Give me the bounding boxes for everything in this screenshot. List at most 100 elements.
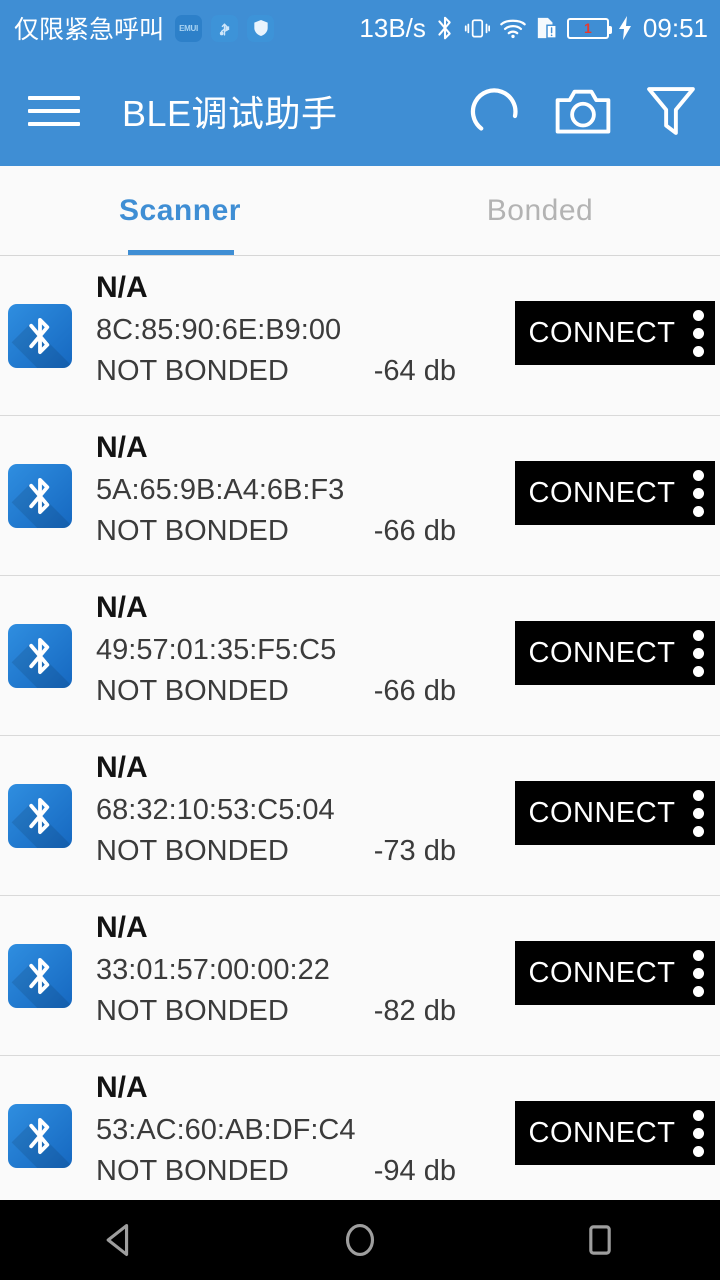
device-meta: NOT BONDED -73 db bbox=[96, 835, 456, 868]
device-bond-state: NOT BONDED bbox=[96, 674, 289, 707]
connect-button[interactable]: CONNECT bbox=[515, 461, 715, 525]
connect-button-label: CONNECT bbox=[528, 956, 676, 989]
camera-icon[interactable] bbox=[550, 78, 616, 144]
connect-button-label: CONNECT bbox=[528, 1116, 676, 1149]
battery-level-label: 1 bbox=[584, 20, 592, 36]
device-row[interactable]: N/A 8C:85:90:6E:B9:00 NOT BONDED -64 db CONN… bbox=[0, 256, 720, 416]
recents-button[interactable] bbox=[540, 1200, 660, 1280]
device-row[interactable]: N/A 53:AC:60:AB:DF:C4 NOT BONDED -94 db CONN… bbox=[0, 1056, 720, 1200]
vibrate-icon bbox=[464, 15, 490, 41]
device-row[interactable]: N/A 68:32:10:53:C5:04 NOT BONDED -73 db CONN… bbox=[0, 736, 720, 896]
overflow-menu-icon[interactable] bbox=[681, 1101, 715, 1165]
hamburger-line bbox=[28, 122, 80, 126]
device-bond-state: NOT BONDED bbox=[96, 354, 289, 387]
device-row[interactable]: N/A 5A:65:9B:A4:6B:F3 NOT BONDED -66 db CONN… bbox=[0, 416, 720, 576]
overflow-menu-icon[interactable] bbox=[681, 461, 715, 525]
back-button[interactable] bbox=[60, 1200, 180, 1280]
device-rssi: -82 db bbox=[373, 994, 456, 1027]
carrier-label: 仅限紧急呼叫 bbox=[14, 16, 165, 44]
device-rssi: -66 db bbox=[373, 674, 456, 707]
overflow-menu-icon[interactable] bbox=[681, 621, 715, 685]
device-bond-state: NOT BONDED bbox=[96, 834, 289, 867]
device-info: N/A 68:32:10:53:C5:04 NOT BONDED -73 db bbox=[96, 750, 456, 868]
network-speed-label: 13B/s bbox=[359, 12, 426, 43]
device-bond-state: NOT BONDED bbox=[96, 1154, 289, 1187]
connect-button[interactable]: CONNECT bbox=[515, 1101, 715, 1165]
usb-icon bbox=[211, 14, 239, 42]
device-mac-address: 8C:85:90:6E:B9:00 bbox=[96, 314, 342, 347]
bluetooth-icon bbox=[435, 14, 455, 42]
device-meta: NOT BONDED -94 db bbox=[96, 1155, 456, 1188]
device-bond-state: NOT BONDED bbox=[96, 994, 289, 1027]
device-mac-address: 68:32:10:53:C5:04 bbox=[96, 794, 335, 827]
page-title: BLE调试助手 bbox=[122, 93, 338, 134]
device-rssi: -64 db bbox=[373, 354, 456, 387]
device-row[interactable]: N/A 49:57:01:35:F5:C5 NOT BONDED -66 db CONN… bbox=[0, 576, 720, 736]
device-rssi: -66 db bbox=[373, 514, 456, 547]
charging-bolt-icon bbox=[618, 16, 632, 40]
device-mac-address: 33:01:57:00:00:22 bbox=[96, 954, 330, 987]
connect-button-label: CONNECT bbox=[528, 636, 676, 669]
status-bar-badges: EMUI bbox=[175, 14, 275, 42]
overflow-menu-icon[interactable] bbox=[681, 781, 715, 845]
tab-bonded[interactable]: Bonded bbox=[360, 166, 720, 255]
filter-icon[interactable] bbox=[638, 78, 704, 144]
tab-bar: Scanner Bonded bbox=[0, 166, 720, 256]
connect-button-label: CONNECT bbox=[528, 796, 676, 829]
bluetooth-device-icon bbox=[8, 784, 72, 848]
emui-badge-label: EMUI bbox=[179, 23, 198, 33]
wifi-icon bbox=[499, 17, 527, 39]
scanner-content: N/A 8C:85:90:6E:B9:00 NOT BONDED -64 db CONN… bbox=[0, 256, 720, 1200]
android-nav-bar bbox=[0, 1200, 720, 1280]
device-info: N/A 33:01:57:00:00:22 NOT BONDED -82 db bbox=[96, 910, 456, 1028]
overflow-menu-icon[interactable] bbox=[681, 941, 715, 1005]
sim-alert-icon bbox=[536, 15, 558, 41]
device-name: N/A bbox=[96, 1071, 148, 1104]
status-bar-right: 13B/s 1 09:51 bbox=[359, 0, 708, 56]
device-mac-address: 5A:65:9B:A4:6B:F3 bbox=[96, 474, 345, 507]
device-info: N/A 8C:85:90:6E:B9:00 NOT BONDED -64 db bbox=[96, 270, 456, 388]
connect-button-label: CONNECT bbox=[528, 476, 676, 509]
device-meta: NOT BONDED -64 db bbox=[96, 355, 456, 388]
device-name: N/A bbox=[96, 911, 148, 944]
hamburger-line bbox=[28, 96, 80, 100]
toolbar-actions bbox=[462, 56, 704, 166]
tab-scanner-label: Scanner bbox=[119, 193, 241, 227]
home-button[interactable] bbox=[300, 1200, 420, 1280]
hamburger-menu-icon[interactable] bbox=[28, 91, 80, 131]
device-info: N/A 5A:65:9B:A4:6B:F3 NOT BONDED -66 db bbox=[96, 430, 456, 548]
tab-bonded-label: Bonded bbox=[486, 193, 594, 227]
device-name: N/A bbox=[96, 751, 148, 784]
device-mac-address: 49:57:01:35:F5:C5 bbox=[96, 634, 337, 667]
shield-icon bbox=[247, 14, 275, 42]
device-name: N/A bbox=[96, 431, 148, 464]
battery-icon: 1 bbox=[566, 17, 612, 39]
device-mac-address: 53:AC:60:AB:DF:C4 bbox=[96, 1114, 356, 1147]
device-rssi: -94 db bbox=[373, 1154, 456, 1187]
connect-button[interactable]: CONNECT bbox=[515, 621, 715, 685]
device-meta: NOT BONDED -66 db bbox=[96, 515, 456, 548]
status-bar: 仅限紧急呼叫 EMUI 13B/s 1 09:51 bbox=[0, 0, 720, 56]
bluetooth-device-icon bbox=[8, 464, 72, 528]
bluetooth-device-icon bbox=[8, 944, 72, 1008]
tab-indicator bbox=[128, 250, 234, 255]
overflow-menu-icon[interactable] bbox=[681, 301, 715, 365]
tab-scanner[interactable]: Scanner bbox=[0, 166, 360, 255]
device-rssi: -73 db bbox=[373, 834, 456, 867]
device-meta: NOT BONDED -82 db bbox=[96, 995, 456, 1028]
device-bond-state: NOT BONDED bbox=[96, 514, 289, 547]
device-name: N/A bbox=[96, 591, 148, 624]
device-row[interactable]: N/A 33:01:57:00:00:22 NOT BONDED -82 db CONN… bbox=[0, 896, 720, 1056]
device-name: N/A bbox=[96, 271, 148, 304]
connect-button-label: CONNECT bbox=[528, 316, 676, 349]
device-meta: NOT BONDED -66 db bbox=[96, 675, 456, 708]
bluetooth-device-icon bbox=[8, 1104, 72, 1168]
connect-button[interactable]: CONNECT bbox=[515, 781, 715, 845]
app-toolbar: BLE调试助手 bbox=[0, 56, 720, 166]
device-info: N/A 49:57:01:35:F5:C5 NOT BONDED -66 db bbox=[96, 590, 456, 708]
scanning-spinner-icon[interactable] bbox=[462, 78, 528, 144]
device-list[interactable]: N/A 8C:85:90:6E:B9:00 NOT BONDED -64 db CONN… bbox=[0, 256, 720, 1200]
connect-button[interactable]: CONNECT bbox=[515, 301, 715, 365]
bluetooth-device-icon bbox=[8, 304, 72, 368]
connect-button[interactable]: CONNECT bbox=[515, 941, 715, 1005]
